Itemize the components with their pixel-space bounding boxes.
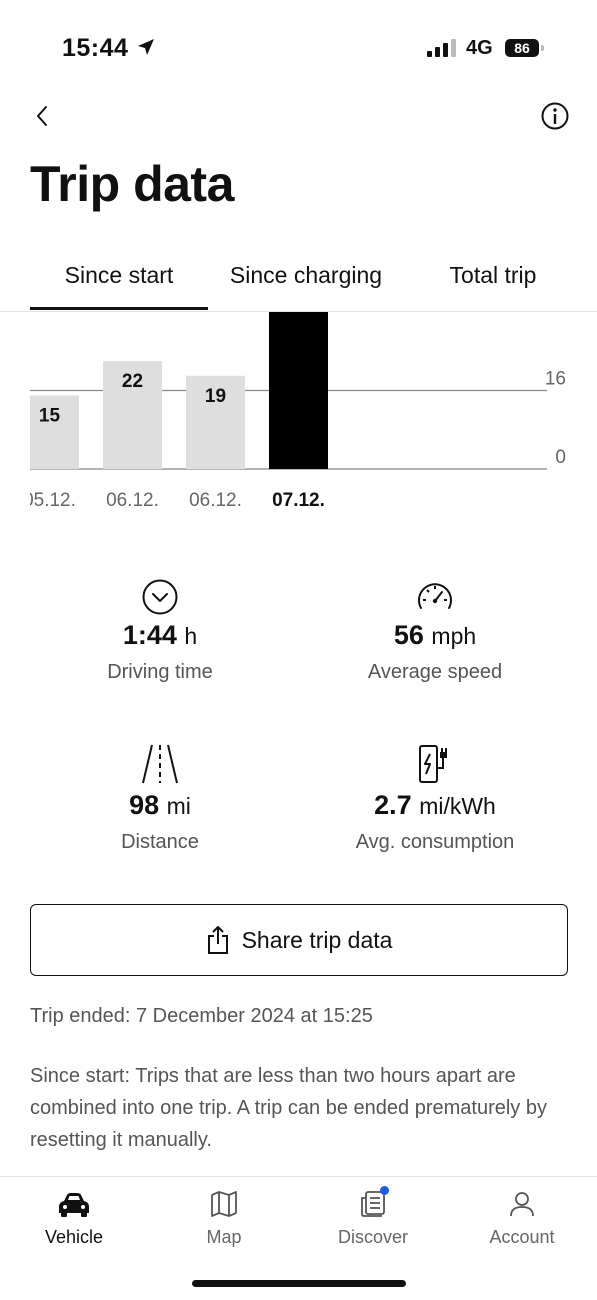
chevron-left-icon: [37, 106, 47, 126]
nav-account[interactable]: Account: [472, 1189, 572, 1248]
status-time: 15:44: [62, 34, 129, 62]
stat-distance: 98 mi Distance: [30, 742, 290, 854]
y-tick-label: 16: [545, 369, 566, 390]
speedometer-icon: [418, 583, 452, 609]
battery-indicator: 86: [505, 37, 545, 59]
average-speed-value-row: 56 mph: [305, 620, 565, 651]
bar-value-label: 19: [205, 386, 226, 407]
back-button[interactable]: [26, 100, 58, 132]
driving-time-unit: h: [184, 623, 198, 649]
map-icon: [211, 1191, 237, 1217]
bar-value-label: 15: [39, 405, 61, 426]
car-icon: [59, 1193, 89, 1217]
clock-chevron-icon: [142, 579, 178, 615]
stat-avg-consumption: 2.7 mi/kWh Avg. consumption: [305, 742, 565, 854]
x-tick-label: 06.12.: [106, 490, 159, 511]
charging-station-icon: [419, 745, 447, 783]
driving-time-value-row: 1:44 h: [30, 620, 290, 651]
road-icon: [142, 744, 178, 784]
home-indicator: [192, 1280, 406, 1287]
nav-map-label: Map: [206, 1227, 242, 1247]
battery-level: 86: [505, 39, 539, 57]
nav-discover[interactable]: Discover: [323, 1186, 423, 1248]
x-tick-label: 07.12.: [272, 490, 325, 511]
tab-since-start[interactable]: Since start: [30, 262, 208, 289]
share-button-label: Share trip data: [241, 926, 393, 953]
share-trip-data-button[interactable]: Share trip data: [30, 904, 568, 976]
trip-explanation-note: Since start: Trips that are less than tw…: [30, 1065, 547, 1151]
tab-bar: Since start Since charging Total trip: [0, 250, 597, 312]
chart-canvas: 0 16 15 05.12. 22 06.12. 19 06.12. 07.12.: [23, 312, 566, 511]
average-speed-value: 56: [393, 620, 424, 650]
info-icon: [541, 102, 569, 130]
tab-since-charging[interactable]: Since charging: [218, 262, 394, 289]
network-label: 4G: [466, 37, 493, 59]
distance-value-row: 98 mi: [30, 790, 290, 821]
trip-bar-chart[interactable]: 0 16 15 05.12. 22 06.12. 19 06.12. 07.12.: [0, 312, 597, 522]
page-title: Trip data: [30, 156, 234, 212]
chart-bar[interactable]: [269, 312, 328, 469]
average-speed-label: Average speed: [367, 661, 503, 683]
driving-time-label: Driving time: [107, 661, 213, 683]
discover-notification-badge: [380, 1186, 389, 1195]
nav-account-label: Account: [489, 1227, 555, 1247]
stat-average-speed: 56 mph Average speed: [305, 578, 565, 684]
location-arrow-icon: [138, 39, 154, 55]
y-tick-label: 0: [555, 447, 566, 468]
distance-unit: mi: [166, 793, 191, 819]
avg-consumption-value: 2.7: [374, 790, 412, 820]
nav-discover-label: Discover: [337, 1227, 408, 1247]
info-button[interactable]: [539, 100, 571, 132]
avg-consumption-value-row: 2.7 mi/kWh: [305, 790, 565, 821]
tab-total-trip[interactable]: Total trip: [430, 262, 556, 289]
average-speed-unit: mph: [431, 623, 477, 649]
signal-icon: [427, 39, 456, 57]
stat-driving-time: 1:44 h Driving time: [30, 578, 290, 684]
driving-time-value: 1:44: [122, 620, 177, 650]
x-tick-label: 05.12.: [23, 490, 76, 511]
nav-vehicle[interactable]: Vehicle: [24, 1189, 124, 1248]
nav-vehicle-label: Vehicle: [44, 1227, 104, 1247]
nav-map[interactable]: Map: [174, 1189, 274, 1248]
battery-cap: [541, 45, 544, 51]
distance-value: 98: [129, 790, 160, 820]
x-tick-label: 06.12.: [189, 490, 242, 511]
avg-consumption-label: Avg. consumption: [355, 831, 515, 853]
bar-value-label: 22: [122, 371, 143, 392]
account-icon: [510, 1192, 534, 1217]
share-icon: [207, 926, 228, 954]
avg-consumption-unit: mi/kWh: [419, 793, 496, 819]
active-tab-indicator: [30, 307, 208, 310]
trip-ended-text: Trip ended: 7 December 2024 at 15:25: [30, 1005, 373, 1027]
distance-label: Distance: [121, 831, 199, 853]
